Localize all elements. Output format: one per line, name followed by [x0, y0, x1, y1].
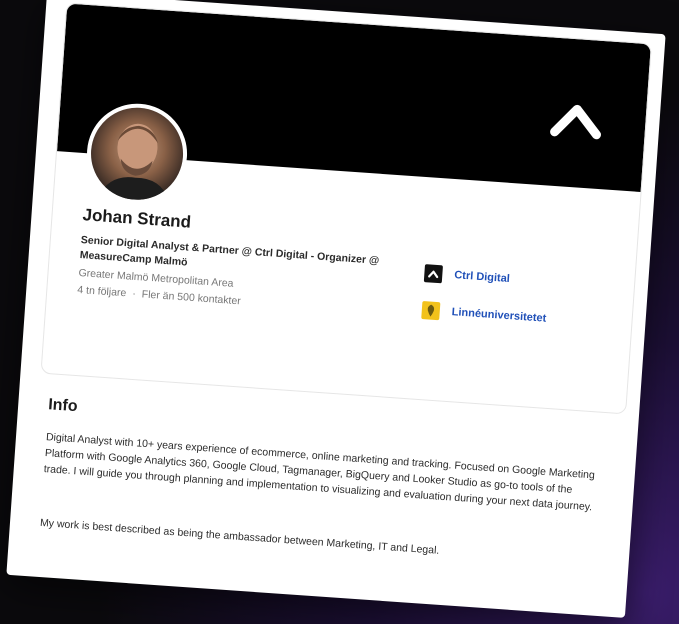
info-paragraph-1: Digital Analyst with 10+ years experienc…	[43, 431, 596, 514]
info-section-title: Info	[47, 396, 79, 416]
linneuniversitetet-logo-icon	[421, 301, 441, 321]
org-ctrl-digital[interactable]: Ctrl Digital	[423, 264, 511, 288]
org-linneuniversitetet-label: Linnéuniversitetet	[451, 306, 547, 325]
avatar-portrait-icon	[97, 123, 170, 203]
profile-card: Johan Strand Senior Digital Analyst & Pa…	[6, 0, 666, 618]
ctrl-digital-logo-icon	[423, 264, 443, 284]
org-ctrl-digital-label: Ctrl Digital	[453, 269, 511, 286]
info-paragraph-2: My work is best described as being the a…	[39, 516, 440, 557]
connections-count[interactable]: Fler än 500 kontakter	[141, 288, 241, 307]
stats-separator: ·	[131, 287, 137, 300]
chevron-logo-icon	[550, 104, 601, 140]
background: Johan Strand Senior Digital Analyst & Pa…	[0, 0, 679, 624]
profile-name: Johan Strand	[81, 205, 192, 232]
profile-top-section: Johan Strand Senior Digital Analyst & Pa…	[40, 2, 652, 415]
org-linneuniversitetet[interactable]: Linnéuniversitetet	[421, 301, 547, 328]
followers-count[interactable]: 4 tn följare	[77, 284, 127, 299]
